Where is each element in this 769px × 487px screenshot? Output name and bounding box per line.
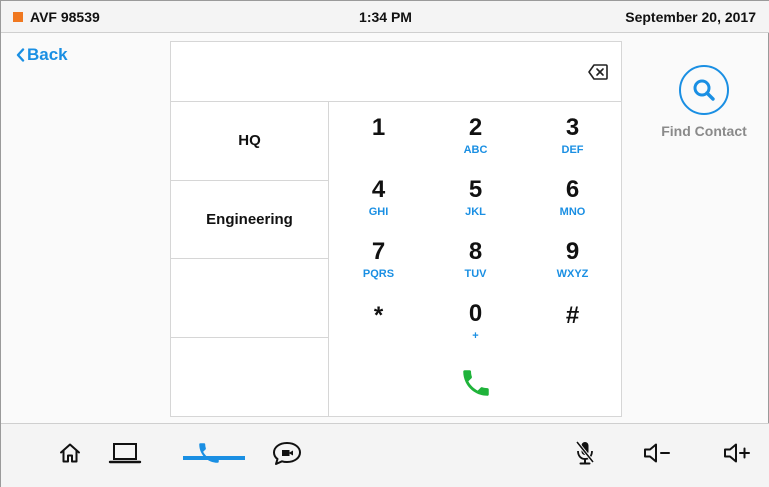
key-number: 2 [468, 114, 483, 141]
volume-down-button[interactable] [637, 436, 677, 470]
find-contact-label: Find Contact [661, 123, 747, 139]
key-letters: + [472, 330, 479, 342]
key-number: 1 [371, 114, 386, 141]
key-letters: WXYZ [556, 268, 589, 280]
key-letters: MNO [559, 206, 586, 218]
find-contact-circle [679, 65, 729, 115]
key-2[interactable]: 2 ABC [427, 102, 524, 164]
key-number: # [565, 302, 580, 329]
chevron-left-icon [16, 48, 25, 62]
key-3[interactable]: 3 DEF [524, 102, 621, 164]
key-7[interactable]: 7 PQRS [330, 226, 427, 288]
room-indicator: AVF 98539 [13, 1, 100, 33]
back-label: Back [27, 45, 68, 64]
quick-dial-hq[interactable]: HQ [171, 102, 328, 181]
status-bar: AVF 98539 1:34 PM September 20, 2017 [1, 1, 769, 33]
quick-dial-engineering[interactable]: Engineering [171, 181, 328, 259]
mic-muted-icon [575, 440, 595, 465]
dial-number-field[interactable] [171, 42, 621, 102]
key-number: 3 [565, 114, 580, 141]
home-button[interactable] [50, 436, 90, 470]
backspace-icon[interactable] [587, 61, 609, 83]
key-number: 5 [468, 176, 483, 203]
key-number: 9 [565, 238, 580, 265]
key-number: 0 [468, 300, 483, 327]
search-icon [693, 79, 715, 101]
key-star[interactable]: * [330, 290, 427, 352]
key-6[interactable]: 6 MNO [524, 164, 621, 226]
key-letters: DEF [561, 144, 584, 156]
key-number: 8 [468, 238, 483, 265]
key-number: * [373, 302, 384, 329]
key-letters: GHI [368, 206, 389, 218]
phone-icon [199, 443, 219, 463]
key-4[interactable]: 4 GHI [330, 164, 427, 226]
volume-down-icon [644, 443, 670, 463]
key-hash[interactable]: # [524, 290, 621, 352]
volume-up-icon [724, 443, 750, 463]
key-letters: JKL [465, 206, 486, 218]
active-tab-indicator [183, 456, 245, 460]
key-9[interactable]: 9 WXYZ [524, 226, 621, 288]
microphone-mute-button[interactable] [565, 436, 605, 470]
key-letters: ABC [463, 144, 488, 156]
room-name: AVF 98539 [30, 9, 100, 25]
key-number: 7 [371, 238, 386, 265]
quick-dial-empty-3[interactable] [171, 259, 328, 338]
key-letters: PQRS [362, 268, 395, 280]
touch-panel: AVF 98539 1:34 PM September 20, 2017 Bac… [0, 0, 769, 487]
volume-up-button[interactable] [717, 436, 757, 470]
key-1[interactable]: 1 [330, 102, 427, 164]
video-chat-button[interactable] [267, 436, 307, 470]
call-button[interactable] [459, 366, 493, 400]
quick-dial-list: HQ Engineering [171, 102, 329, 416]
key-number: 6 [565, 176, 580, 203]
bottom-nav-bar [1, 423, 769, 487]
key-letters: TUV [464, 268, 487, 280]
laptop-button[interactable] [105, 436, 145, 470]
status-indicator-icon [13, 12, 23, 22]
key-0[interactable]: 0 + [427, 288, 524, 350]
dialer-panel: HQ Engineering 1 2 ABC 3 DEF 4 GHI 5 JKL… [170, 41, 622, 417]
laptop-icon [108, 443, 142, 464]
quick-dial-empty-4[interactable] [171, 338, 328, 417]
find-contact-button[interactable]: Find Contact [652, 65, 756, 139]
key-number: 4 [371, 176, 386, 203]
keypad: 1 2 ABC 3 DEF 4 GHI 5 JKL 6 MNO 7 PQRS 8… [330, 102, 621, 416]
key-5[interactable]: 5 JKL [427, 164, 524, 226]
phone-button[interactable] [189, 436, 229, 470]
date: September 20, 2017 [625, 9, 756, 25]
chat-video-icon [273, 442, 301, 465]
key-8[interactable]: 8 TUV [427, 226, 524, 288]
back-button[interactable]: Back [16, 45, 68, 65]
home-icon [60, 443, 80, 463]
